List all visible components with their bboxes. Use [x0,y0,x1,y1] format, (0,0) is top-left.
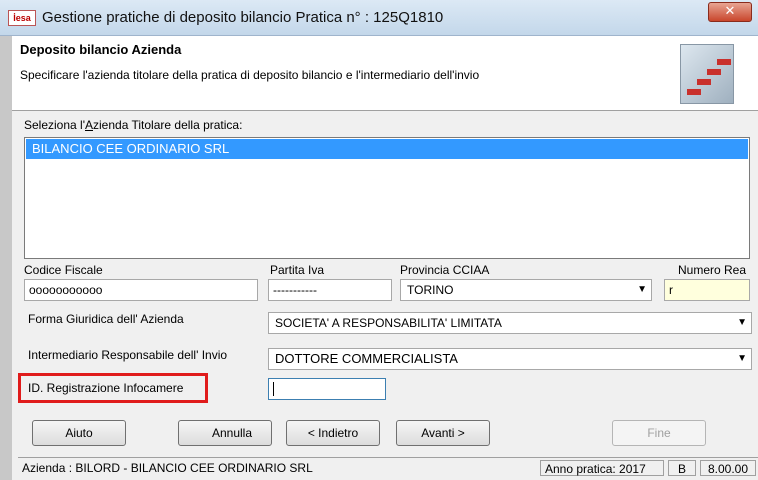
app-icon: İesa [8,10,36,26]
forma-giuridica-select[interactable]: SOCIETA' A RESPONSABILITA' LIMITATA ▼ [268,312,752,334]
numero-rea-field[interactable]: r [664,279,750,301]
provincia-label: Provincia CCIAA [400,263,490,277]
intermediario-value: DOTTORE COMMERCIALISTA [275,351,458,366]
numero-rea-label: Numero Rea [678,263,747,277]
provincia-select[interactable]: TORINO ▼ [400,279,652,301]
back-button[interactable]: < Indietro [286,420,380,446]
close-button[interactable]: ✕ [708,2,752,22]
header-description: Specificare l'azienda titolare della pra… [20,68,480,82]
help-button[interactable]: Aiuto [32,420,126,446]
id-registrazione-input[interactable] [268,378,386,400]
company-list-label: Seleziona l'Azienda Titolare della prati… [24,118,243,132]
chevron-down-icon[interactable]: ▼ [637,280,647,300]
company-list-item[interactable]: BILANCIO CEE ORDINARIO SRL [26,139,748,159]
status-year: Anno pratica: 2017 [540,460,664,476]
partita-iva-label: Partita Iva [270,263,325,277]
chevron-down-icon[interactable]: ▼ [737,349,747,369]
codice-fiscale-label: Codice Fiscale [24,263,103,277]
provincia-value: TORINO [407,283,454,297]
staircase-illustration-icon [680,44,734,104]
chevron-down-icon[interactable]: ▼ [737,313,747,333]
header-title: Deposito bilancio Azienda [20,42,182,57]
forma-giuridica-label: Forma Giuridica dell' Azienda [28,312,184,326]
partita-iva-field[interactable]: ----------- [268,279,392,301]
finish-button: Fine [612,420,706,446]
wizard-header: Deposito bilancio Azienda Specificare l'… [12,36,758,111]
status-flag: B [668,460,696,476]
window-title: Gestione pratiche di deposito bilancio P… [42,9,444,26]
cancel-button[interactable]: Annulla [178,420,272,446]
company-list[interactable]: BILANCIO CEE ORDINARIO SRL [24,137,750,259]
intermediario-select[interactable]: DOTTORE COMMERCIALISTA ▼ [268,348,752,370]
title-bar: İesa Gestione pratiche di deposito bilan… [0,0,758,36]
next-button[interactable]: Avanti > [396,420,490,446]
status-version: 8.00.00 [700,460,756,476]
window-left-edge [0,36,12,480]
status-bar: Azienda : BILORD - BILANCIO CEE ORDINARI… [18,457,758,477]
id-registrazione-label: ID. Registrazione Infocamere [28,381,184,395]
codice-fiscale-field[interactable]: ooooooooooo [24,279,258,301]
status-company: Azienda : BILORD - BILANCIO CEE ORDINARI… [22,461,313,475]
forma-giuridica-value: SOCIETA' A RESPONSABILITA' LIMITATA [275,316,502,330]
intermediario-label: Intermediario Responsabile dell' Invio [28,348,228,362]
